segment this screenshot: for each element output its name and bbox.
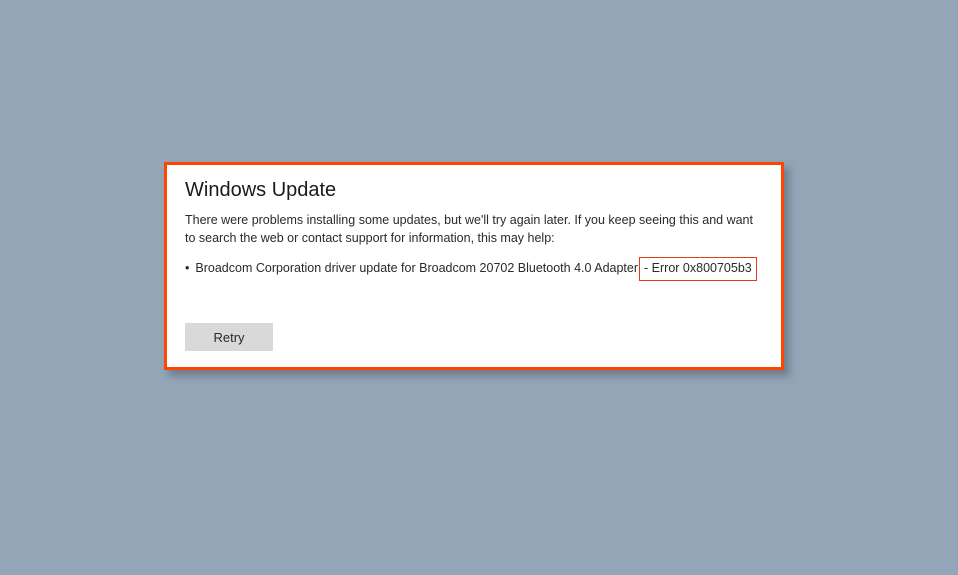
windows-update-dialog: Windows Update There were problems insta… [164, 162, 784, 370]
update-item: • Broadcom Corporation driver update for… [185, 257, 763, 281]
update-name: Broadcom Corporation driver update for B… [195, 260, 638, 278]
dialog-title: Windows Update [185, 179, 763, 202]
retry-button[interactable]: Retry [185, 323, 273, 351]
dialog-message: There were problems installing some upda… [185, 212, 763, 247]
bullet-icon: • [185, 260, 189, 278]
error-code-highlight: - Error 0x800705b3 [639, 257, 757, 281]
